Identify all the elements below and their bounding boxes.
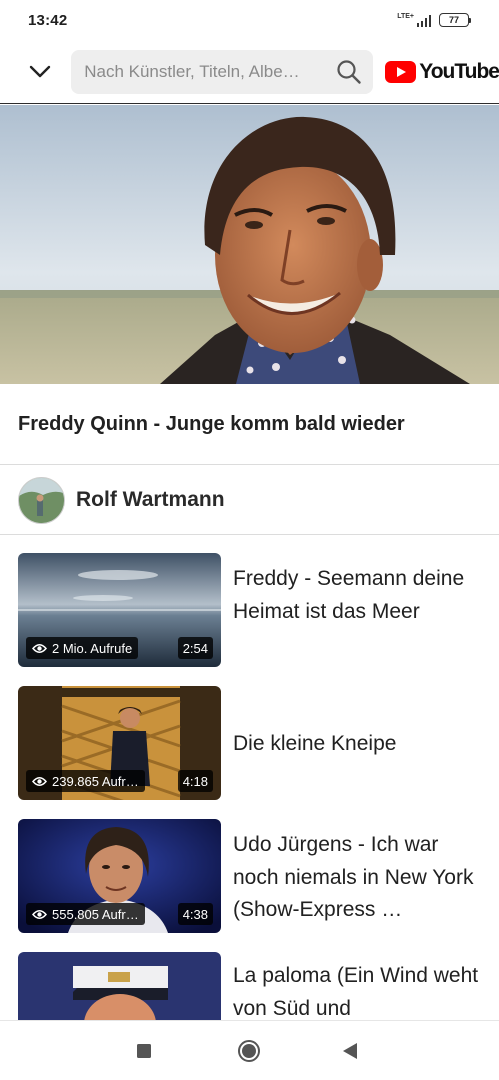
status-time: 13:42 [28,11,68,29]
list-item[interactable]: 239.865 Aufr… 4:18 Die kleine Kneipe [0,684,499,800]
top-bar: YouTube [0,40,499,104]
video-thumbnail[interactable]: 555.805 Aufr… 4:38 [18,819,221,933]
duration-badge: 4:18 [177,770,213,792]
search-icon[interactable] [335,58,363,86]
video-thumbnail[interactable]: 2 Mio. Aufrufe 2:54 [18,553,221,667]
video-thumbnail[interactable] [18,952,221,1020]
search-box[interactable] [71,49,374,94]
video-thumbnail [0,105,499,384]
system-nav-bar [0,1020,499,1080]
views-count: 239.865 Aufr… [52,773,139,789]
video-item-title[interactable]: Freddy - Seemann deine Heimat ist das Me… [233,563,483,628]
video-title: Freddy Quinn - Junge komm bald wieder [18,412,405,435]
duration-badge: 4:38 [177,903,213,925]
nav-home-button[interactable] [227,1029,271,1073]
search-input[interactable] [84,61,336,82]
chevron-down-icon [29,65,50,77]
youtube-logo-icon [385,60,417,83]
network-type: LTE+ [397,13,414,20]
status-bar: 13:42 LTE+ 77 [0,0,499,40]
divider [0,534,499,535]
eye-icon [32,643,47,653]
signal-icon: LTE+ [397,13,431,27]
video-item-title[interactable]: La paloma (Ein Wind weht von Süd und [233,960,483,1020]
video-player[interactable] [0,105,499,384]
youtube-logo-text: YouTube [419,59,499,83]
duration-badge: 2:54 [177,637,213,659]
views-badge: 555.805 Aufr… [26,903,145,925]
square-icon [137,1043,151,1058]
views-count: 555.805 Aufr… [52,906,139,922]
list-item[interactable]: 555.805 Aufr… 4:38 Udo Jürgens - Ich war… [0,817,499,933]
video-thumbnail[interactable]: 239.865 Aufr… 4:18 [18,686,221,800]
nav-back-button[interactable] [328,1029,372,1073]
views-count: 2 Mio. Aufrufe [52,640,133,656]
channel-row[interactable]: Rolf Wartmann [0,466,499,534]
list-item[interactable]: 2 Mio. Aufrufe 2:54 Freddy - Seemann dei… [0,551,499,667]
status-indicators: LTE+ 77 [397,13,471,27]
video-item-title[interactable]: Udo Jürgens - Ich war noch niemals in Ne… [233,829,483,927]
circle-icon [238,1039,260,1062]
battery-icon: 77 [439,13,471,27]
views-badge: 2 Mio. Aufrufe [26,637,139,659]
nav-recents-button[interactable] [122,1029,166,1073]
youtube-logo[interactable]: YouTube [385,60,499,84]
triangle-back-icon [343,1042,357,1059]
battery-level: 77 [439,13,469,27]
channel-name[interactable]: Rolf Wartmann [76,488,225,512]
list-item[interactable]: La paloma (Ein Wind weht von Süd und [0,950,499,1020]
divider [0,464,499,465]
collapse-button[interactable] [12,44,67,100]
views-badge: 239.865 Aufr… [26,770,145,792]
eye-icon [32,776,47,786]
eye-icon [32,909,47,919]
channel-avatar[interactable] [18,476,65,524]
video-item-title[interactable]: Die kleine Kneipe [233,728,483,761]
